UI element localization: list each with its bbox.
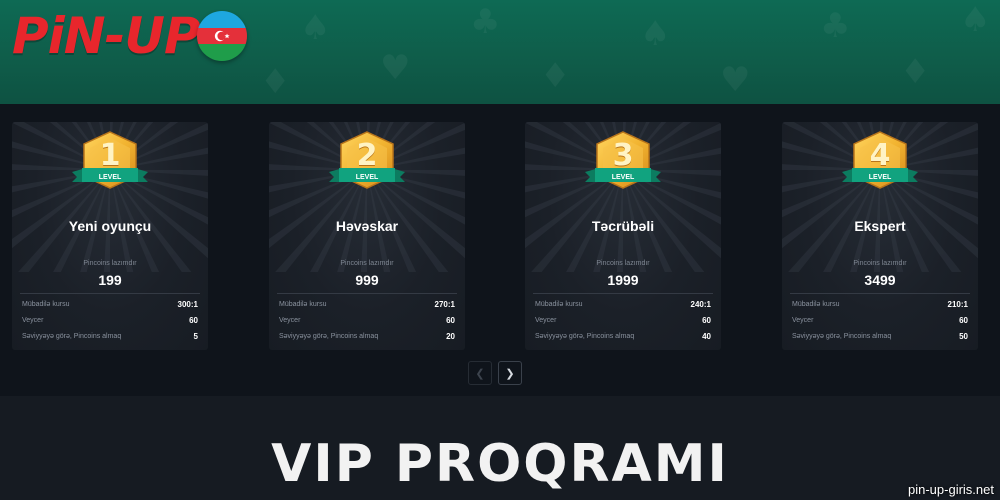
level-title: Təcrübəli xyxy=(591,218,655,234)
pincoins-value: 199 xyxy=(98,272,122,288)
pincoins-label: Pincoins lazımdır xyxy=(596,260,650,267)
stat-value: 50 xyxy=(959,331,968,341)
level-number: 3 xyxy=(612,138,634,173)
stat-value: 60 xyxy=(702,315,711,325)
level-stat-row: Mübadilə kursu 210:1 xyxy=(792,298,968,310)
divider xyxy=(533,293,713,294)
level-word: LEVEL xyxy=(868,174,892,181)
stat-label: Veycer xyxy=(279,316,301,324)
level-number: 2 xyxy=(356,138,378,173)
level-word: LEVEL xyxy=(355,174,379,181)
vip-level-card: 4 LEVEL Ekspert Pincoins lazımdır 3499 M… xyxy=(782,122,978,350)
level-title: Yeni oyunçu xyxy=(68,218,152,234)
stat-label: Veycer xyxy=(22,316,44,324)
level-title: Ekspert xyxy=(854,218,906,234)
vip-level-card: 1 LEVEL Yeni oyunçu Pincoins lazımdır 19… xyxy=(12,122,208,350)
level-stat-row: Səviyyəyə görə, Pincoins almaq 20 xyxy=(279,330,455,342)
pincoins-value: 3499 xyxy=(864,272,896,288)
stat-value: 60 xyxy=(189,315,198,325)
level-stat-row: Mübadilə kursu 300:1 xyxy=(22,298,198,310)
pincoins-value: 1999 xyxy=(607,272,639,288)
logo-text: PiN-UP xyxy=(12,7,201,65)
level-stat-row: Veycer 60 xyxy=(279,314,455,326)
vip-level-card: 3 LEVEL Təcrübəli Pincoins lazımdır 1999… xyxy=(525,122,721,350)
stat-value: 40 xyxy=(702,331,711,341)
pincoins-value: 999 xyxy=(355,272,379,288)
divider xyxy=(277,293,457,294)
stat-value: 60 xyxy=(959,315,968,325)
level-stat-row: Səviyyəyə görə, Pincoins almaq 40 xyxy=(535,330,711,342)
stat-label: Səviyyəyə görə, Pincoins almaq xyxy=(279,332,379,340)
stat-label: Səviyyəyə görə, Pincoins almaq xyxy=(22,332,122,340)
divider xyxy=(20,293,200,294)
level-stat-row: Veycer 60 xyxy=(535,314,711,326)
level-stat-row: Mübadilə kursu 240:1 xyxy=(535,298,711,310)
stat-value: 20 xyxy=(446,331,455,341)
level-number: 1 xyxy=(99,138,121,173)
pinup-logo[interactable]: PiN-UP xyxy=(12,10,247,62)
level-title: Həvəskar xyxy=(335,218,399,234)
stat-label: Veycer xyxy=(535,316,557,324)
stat-value: 5 xyxy=(193,331,198,341)
pincoins-label: Pincoins lazımdır xyxy=(340,260,394,267)
carousel-next-button[interactable]: ❯ xyxy=(498,361,522,385)
stat-label: Mübadilə kursu xyxy=(279,300,327,308)
stat-label: Mübadilə kursu xyxy=(792,300,840,308)
level-stat-row: Veycer 60 xyxy=(22,314,198,326)
watermark: pin-up-giris.net xyxy=(908,482,994,497)
stat-label: Mübadilə kursu xyxy=(535,300,583,308)
level-stat-row: Səviyyəyə görə, Pincoins almaq 5 xyxy=(22,330,198,342)
carousel-prev-button[interactable]: ❮ xyxy=(468,361,492,385)
stat-label: Veycer xyxy=(792,316,814,324)
pincoins-label: Pincoins lazımdır xyxy=(83,260,137,267)
stat-value: 300:1 xyxy=(177,299,198,309)
vip-section: VIP PROQRAMI pin-up-giris.net xyxy=(0,396,1000,500)
vip-level-card: 2 LEVEL Həvəskar Pincoins lazımdır 999 M… xyxy=(269,122,465,350)
section-title: VIP PROQRAMI xyxy=(271,434,729,494)
level-stat-row: Veycer 60 xyxy=(792,314,968,326)
level-word: LEVEL xyxy=(611,174,635,181)
site-header: ♠ ♥ ♣ ♦ ♠ ♥ ♣ ♦ ♠ ♦ PiN-UP xyxy=(0,0,1000,104)
chevron-right-icon: ❯ xyxy=(505,367,515,380)
stat-label: Mübadilə kursu xyxy=(22,300,70,308)
stat-label: Səviyyəyə görə, Pincoins almaq xyxy=(535,332,635,340)
stat-value: 240:1 xyxy=(690,299,711,309)
vip-levels-carousel: 1 LEVEL Yeni oyunçu Pincoins lazımdır 19… xyxy=(0,104,1000,396)
chevron-left-icon: ❮ xyxy=(475,367,485,380)
divider xyxy=(790,293,970,294)
level-word: LEVEL xyxy=(98,174,122,181)
level-number: 4 xyxy=(869,138,891,173)
stat-value: 210:1 xyxy=(947,299,968,309)
azerbaijan-flag-icon xyxy=(196,11,247,61)
level-stat-row: Səviyyəyə görə, Pincoins almaq 50 xyxy=(792,330,968,342)
stat-label: Səviyyəyə görə, Pincoins almaq xyxy=(792,332,892,340)
stat-value: 60 xyxy=(446,315,455,325)
stat-value: 270:1 xyxy=(434,299,455,309)
pincoins-label: Pincoins lazımdır xyxy=(853,260,907,267)
level-stat-row: Mübadilə kursu 270:1 xyxy=(279,298,455,310)
